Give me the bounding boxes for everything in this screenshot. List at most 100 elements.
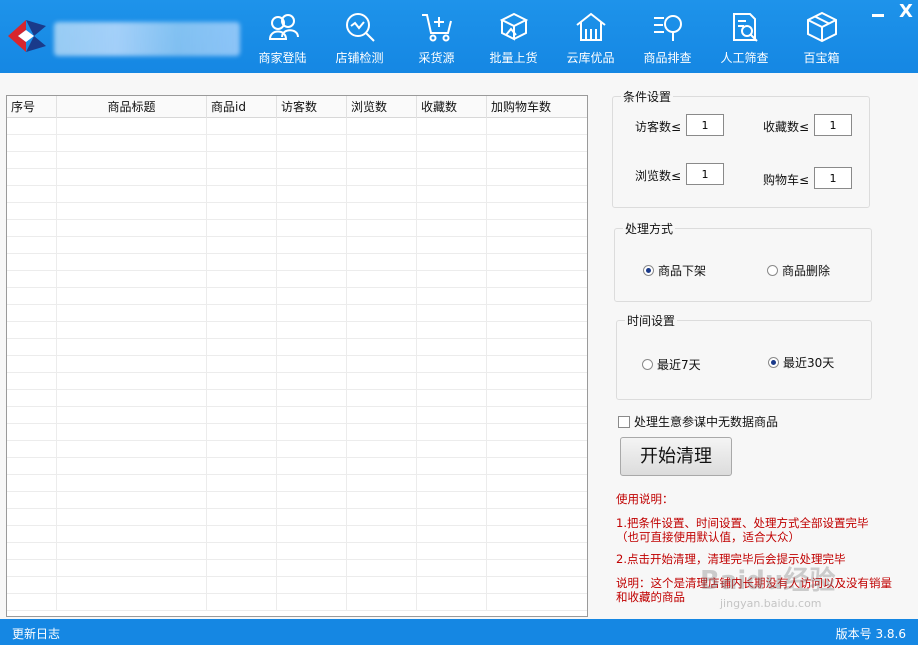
column-header-title[interactable]: 商品标题	[57, 96, 207, 118]
table-row	[7, 577, 587, 594]
table-cell	[277, 424, 347, 440]
views-input[interactable]	[686, 163, 724, 185]
minimize-button[interactable]	[868, 4, 888, 20]
table-cell	[487, 492, 587, 508]
table-cell	[57, 458, 207, 474]
table-cell	[487, 594, 587, 610]
nav-source-goods[interactable]: 采货源	[398, 0, 475, 73]
table-cell	[207, 475, 277, 491]
table-cell	[487, 526, 587, 542]
table-cell	[57, 441, 207, 457]
nav-product-inspect[interactable]: 商品排查	[629, 0, 706, 73]
table-cell	[277, 543, 347, 559]
favorites-label: 收藏数≤	[763, 120, 810, 134]
column-header-favorites[interactable]: 收藏数	[417, 96, 487, 118]
column-header-index[interactable]: 序号	[7, 96, 57, 118]
table-cell	[57, 424, 207, 440]
table-cell	[347, 356, 417, 372]
start-clean-button[interactable]: 开始清理	[620, 437, 732, 476]
table-cell	[57, 475, 207, 491]
table-row	[7, 220, 587, 237]
table-cell	[347, 186, 417, 202]
table-cell	[207, 305, 277, 321]
table-cell	[277, 254, 347, 270]
product-inspect-icon	[653, 15, 682, 41]
table-cell	[417, 577, 487, 593]
table-cell	[417, 339, 487, 355]
radio-indicator[interactable]	[642, 359, 653, 370]
nav-label: 商家登陆	[258, 51, 307, 65]
product-table[interactable]: 序号 商品标题 商品id 访客数 浏览数 收藏数 加购物车数	[6, 95, 588, 617]
column-header-cart[interactable]: 加购物车数	[487, 96, 587, 118]
table-cell	[7, 237, 57, 253]
table-cell	[487, 288, 587, 304]
nav-cloud-warehouse[interactable]: 云库优品	[552, 0, 629, 73]
table-cell	[57, 220, 207, 236]
radio-indicator[interactable]	[768, 357, 779, 368]
table-row	[7, 424, 587, 441]
nav-merchant-login[interactable]: 商家登陆	[244, 0, 321, 73]
close-button[interactable]: X	[896, 2, 916, 22]
table-cell	[347, 373, 417, 389]
table-row	[7, 305, 587, 322]
nav-label: 商品排查	[643, 51, 692, 65]
table-cell	[347, 220, 417, 236]
radio-last-7-days[interactable]: 最近7天	[642, 356, 701, 373]
nav-toolbox[interactable]: 百宝箱	[783, 0, 860, 73]
table-cell	[277, 339, 347, 355]
column-header-product-id[interactable]: 商品id	[207, 96, 277, 118]
checkbox-box[interactable]	[618, 415, 630, 428]
table-cell	[487, 237, 587, 253]
version-label: 版本号 3.8.6	[835, 627, 906, 641]
column-header-visitors[interactable]: 访客数	[277, 96, 347, 118]
table-cell	[7, 560, 57, 576]
update-log-link[interactable]: 更新日志	[12, 625, 60, 642]
radio-last-30-days[interactable]: 最近30天	[768, 354, 834, 371]
store-check-icon	[345, 13, 375, 42]
table-cell	[347, 594, 417, 610]
column-header-views[interactable]: 浏览数	[347, 96, 417, 118]
radio-delist[interactable]: 商品下架	[643, 262, 706, 279]
table-cell	[7, 220, 57, 236]
table-cell	[487, 339, 587, 355]
table-cell	[57, 577, 207, 593]
radio-delete[interactable]: 商品删除	[767, 262, 830, 279]
nav-bulk-upload[interactable]: 批量上货	[475, 0, 552, 73]
table-cell	[347, 169, 417, 185]
table-cell	[207, 577, 277, 593]
table-cell	[57, 118, 207, 134]
table-cell	[7, 407, 57, 423]
table-cell	[487, 577, 587, 593]
table-cell	[417, 288, 487, 304]
radio-indicator[interactable]	[767, 265, 778, 276]
table-cell	[347, 322, 417, 338]
cart-input[interactable]	[814, 167, 852, 189]
table-cell	[277, 577, 347, 593]
table-row	[7, 169, 587, 186]
table-cell	[347, 118, 417, 134]
nav-store-check[interactable]: 店铺检测	[321, 0, 398, 73]
table-cell	[417, 271, 487, 287]
table-cell	[277, 560, 347, 576]
table-cell	[347, 475, 417, 491]
visitors-input[interactable]	[686, 114, 724, 136]
nav-manual-screen[interactable]: 人工筛查	[706, 0, 783, 73]
table-cell	[347, 135, 417, 151]
favorites-input[interactable]	[814, 114, 852, 136]
table-cell	[487, 118, 587, 134]
table-cell	[207, 237, 277, 253]
table-cell	[417, 135, 487, 151]
table-cell	[417, 254, 487, 270]
table-cell	[57, 526, 207, 542]
table-body	[7, 118, 587, 616]
table-cell	[487, 220, 587, 236]
radio-indicator[interactable]	[643, 265, 654, 276]
table-cell	[277, 186, 347, 202]
table-row	[7, 152, 587, 169]
table-cell	[487, 475, 587, 491]
table-cell	[207, 135, 277, 151]
radio-label: 最近7天	[657, 358, 701, 372]
no-data-products-checkbox[interactable]: 处理生意参谋中无数据商品	[618, 413, 778, 430]
table-row	[7, 356, 587, 373]
table-cell	[7, 186, 57, 202]
